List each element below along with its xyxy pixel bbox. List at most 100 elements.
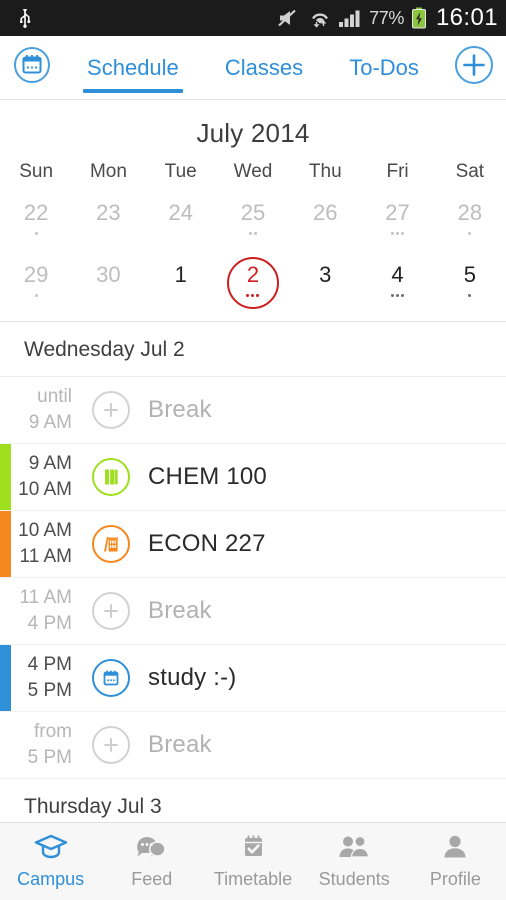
day-cell[interactable]: 29 <box>0 255 72 317</box>
day-cell[interactable]: 24 <box>145 193 217 255</box>
event-dot <box>401 231 405 235</box>
event-time-from: until <box>37 386 72 407</box>
day-number: 30 <box>96 262 121 287</box>
day-cell-selected[interactable]: 2 <box>217 255 289 317</box>
calendar-week-row: 29 30 1 2 3 4 5 <box>0 255 506 317</box>
calendar-check-icon <box>236 834 270 865</box>
nav-label-campus: Campus <box>17 868 85 889</box>
day-number: 4 <box>391 262 404 287</box>
tab-todos-label: To-Dos <box>349 54 419 80</box>
plus-icon[interactable] <box>92 592 130 630</box>
event-times: 11 AM 4 PM <box>0 585 86 637</box>
event-dot <box>253 231 257 235</box>
calendar-icon[interactable] <box>92 659 130 697</box>
event-title: Break <box>148 396 212 423</box>
day-cell[interactable]: 5 <box>434 255 506 317</box>
nav-label-profile: Profile <box>429 868 481 889</box>
day-number: 29 <box>23 262 49 287</box>
weekday-wed: Wed <box>233 161 273 182</box>
event-dot <box>396 293 400 297</box>
month-title: July 2014 <box>196 118 310 148</box>
event-time-to: 9 AM <box>28 412 72 433</box>
event-dot <box>468 293 472 297</box>
nav-item-timetable[interactable]: Timetable <box>202 834 303 890</box>
cellular-signal-icon <box>338 8 362 28</box>
day-number: 28 <box>457 200 483 225</box>
event-dot <box>248 231 252 235</box>
weekday-header-row: Sun Mon Tue Wed Thu Fri Sat <box>0 161 506 193</box>
calendar-picker-button[interactable] <box>0 45 64 90</box>
schedule-row-event[interactable]: 4 PM 5 PM study :-) <box>0 645 506 712</box>
event-dots <box>391 229 405 237</box>
event-color-bar <box>0 444 11 510</box>
event-times: 10 AM 11 AM <box>0 518 86 570</box>
plus-icon[interactable] <box>92 726 130 764</box>
weekday-sun: Sun <box>19 161 54 182</box>
nav-item-students[interactable]: Students <box>304 834 405 890</box>
calendar-icon <box>12 45 52 90</box>
day-cell[interactable]: 30 <box>72 255 144 317</box>
event-time-to: 5 PM <box>27 747 72 768</box>
top-navigation-bar: Schedule Classes To-Dos <box>0 36 506 100</box>
tab-todos[interactable]: To-Dos <box>343 36 425 99</box>
event-title: CHEM 100 <box>148 463 267 490</box>
event-color-bar <box>0 645 11 711</box>
add-button[interactable] <box>442 44 506 91</box>
day-number: 23 <box>96 200 121 225</box>
event-title: Break <box>148 731 212 758</box>
day-cell[interactable]: 23 <box>72 193 144 255</box>
day-cell[interactable]: 4 <box>361 255 433 317</box>
event-time-to: 4 PM <box>27 613 72 634</box>
tab-classes[interactable]: Classes <box>219 36 309 99</box>
day-cell[interactable]: 25 <box>217 193 289 255</box>
people-icon <box>335 834 373 865</box>
event-dot <box>246 293 250 297</box>
event-color-bar <box>0 511 11 577</box>
book-icon[interactable] <box>92 458 130 496</box>
event-dot <box>34 293 38 297</box>
nav-label-students: Students <box>318 868 390 889</box>
event-title: Break <box>148 597 212 624</box>
bank-building-icon[interactable] <box>92 525 130 563</box>
schedule-row-class[interactable]: 10 AM 11 AM ECON 227 <box>0 511 506 578</box>
battery-charging-icon <box>411 7 427 29</box>
schedule-row-break[interactable]: 11 AM 4 PM Break <box>0 578 506 645</box>
weekday-tue: Tue <box>164 161 197 182</box>
event-dot <box>401 293 405 297</box>
schedule-row-break[interactable]: from 5 PM Break <box>0 712 506 779</box>
plus-icon[interactable] <box>92 391 130 429</box>
tab-schedule[interactable]: Schedule <box>81 36 185 99</box>
event-dots <box>246 291 260 299</box>
event-dot <box>251 293 255 297</box>
nav-item-campus[interactable]: Campus <box>0 834 101 890</box>
day-cell[interactable]: 1 <box>145 255 217 317</box>
day-cell[interactable]: 22 <box>0 193 72 255</box>
status-clock: 16:01 <box>435 4 498 31</box>
event-time-from: 11 AM <box>19 587 72 608</box>
nav-item-profile[interactable]: Profile <box>405 834 506 890</box>
tab-list: Schedule Classes To-Dos <box>64 36 442 99</box>
day-number: 22 <box>23 200 49 225</box>
weekday-sat: Sat <box>455 161 485 182</box>
event-times: 4 PM 5 PM <box>0 652 86 704</box>
schedule-list[interactable]: Wednesday Jul 2 until 9 AM Break 9 AM 10… <box>0 322 506 822</box>
day-number: 3 <box>319 262 332 287</box>
event-dots <box>248 229 257 237</box>
event-dots <box>468 229 472 237</box>
tab-classes-label: Classes <box>224 54 304 80</box>
nav-item-feed[interactable]: Feed <box>101 834 202 890</box>
month-calendar: July 2014 Sun Mon Tue Wed Thu Fri Sat 22… <box>0 100 506 322</box>
schedule-row-class[interactable]: 9 AM 10 AM CHEM 100 <box>0 444 506 511</box>
day-cell[interactable]: 3 <box>289 255 361 317</box>
event-dot <box>34 231 38 235</box>
event-times: from 5 PM <box>0 719 86 771</box>
graduation-cap-icon <box>34 834 68 865</box>
day-cell[interactable]: 27 <box>361 193 433 255</box>
calendar-week-row: 22 23 24 25 26 27 28 <box>0 193 506 255</box>
person-icon <box>440 834 470 865</box>
day-cell[interactable]: 28 <box>434 193 506 255</box>
schedule-row-break[interactable]: until 9 AM Break <box>0 377 506 444</box>
day-number: 25 <box>240 200 266 225</box>
day-header-thursday: Thursday Jul 3 <box>0 779 506 822</box>
day-cell[interactable]: 26 <box>289 193 361 255</box>
